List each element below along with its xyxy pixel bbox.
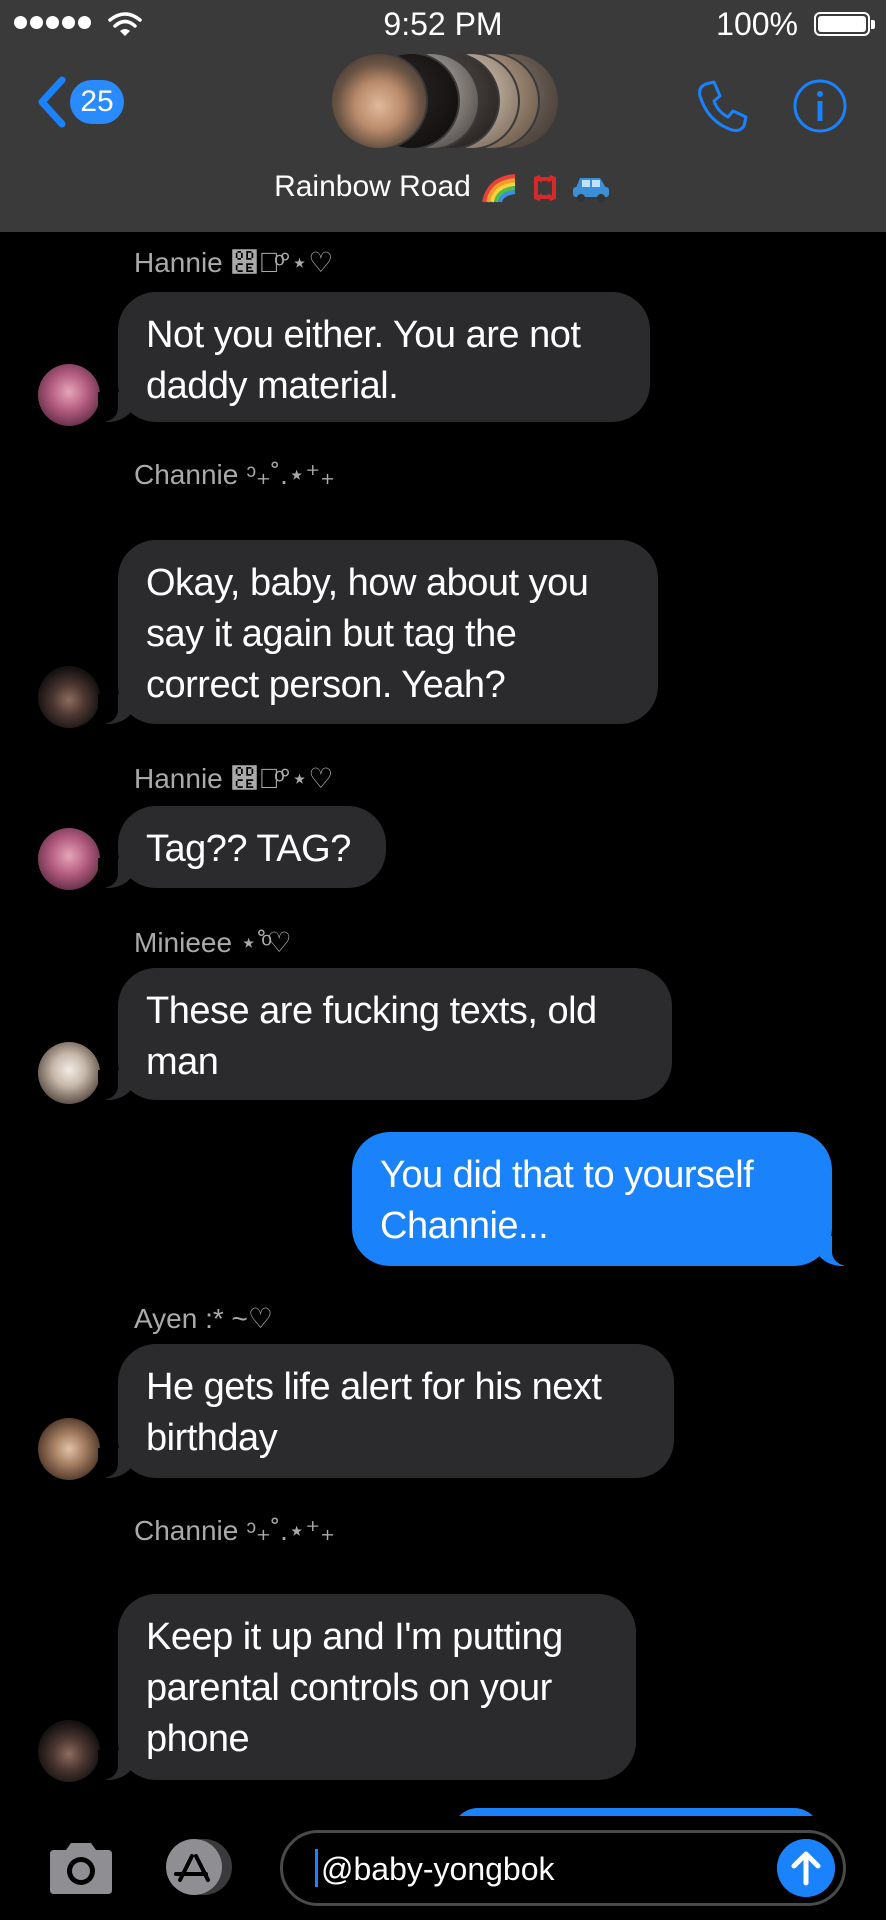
camera-icon[interactable] xyxy=(46,1838,116,1898)
rainbow-emoji xyxy=(482,174,516,203)
sender-name: Channie ᵓ₊˚.⋆⁺₊ xyxy=(134,459,335,490)
info-icon[interactable] xyxy=(792,78,848,134)
battery-percent: 100% xyxy=(716,6,798,42)
message-bubble[interactable]: Keep it up and I'm putting parental cont… xyxy=(98,1594,636,1780)
group-title[interactable]: Rainbow Road xyxy=(0,170,886,204)
conversation-header: 9:52 PM 100% 25 Rainbow Road xyxy=(0,0,886,232)
message-input-text: @baby-yongbok xyxy=(321,1851,555,1887)
message-bubble-outgoing[interactable]: You did that to yourself Channie... xyxy=(352,1132,852,1266)
avatar[interactable] xyxy=(38,1042,100,1104)
status-bar: 9:52 PM 100% xyxy=(0,0,886,50)
back-button[interactable]: 25 xyxy=(34,74,124,130)
anger-symbol-emoji xyxy=(533,175,556,202)
group-avatar-stack[interactable] xyxy=(330,52,560,152)
unread-count-badge: 25 xyxy=(70,80,124,124)
message-bubble[interactable]: Okay, baby, how about you say it again b… xyxy=(98,540,658,724)
text-cursor xyxy=(315,1849,318,1887)
sender-name: Channie ᵓ₊˚.⋆⁺₊ xyxy=(134,1515,335,1546)
message-bubble[interactable]: Tag?? TAG? xyxy=(98,806,386,888)
avatar[interactable] xyxy=(38,666,100,728)
send-arrow-icon[interactable] xyxy=(777,1839,835,1897)
sender-name: Hannie ෎⋆ͦ°⋆♡ xyxy=(134,763,334,794)
app-store-icon[interactable] xyxy=(160,1836,242,1898)
sender-name: Minieee ⋆˚ͦ♡ xyxy=(134,927,292,958)
message-bubble[interactable]: These are fucking texts, old man xyxy=(98,968,672,1100)
group-name: Rainbow Road xyxy=(274,170,471,203)
sender-name: Hannie ෎⋆ͦ°⋆♡ xyxy=(134,247,334,278)
message-bubble[interactable]: He gets life alert for his next birthday xyxy=(98,1344,674,1478)
message-input[interactable]: @baby-yongbok xyxy=(280,1830,846,1906)
messages-screen: 9:52 PM 100% 25 Rain xyxy=(0,0,886,1920)
car-emoji xyxy=(572,178,609,203)
message-bubble[interactable]: Not you either. You are not daddy materi… xyxy=(98,292,650,422)
battery-icon xyxy=(814,12,875,36)
avatar[interactable] xyxy=(38,828,100,890)
chevron-left-icon xyxy=(38,76,66,128)
compose-bar: @baby-yongbok xyxy=(0,1816,886,1920)
avatar[interactable] xyxy=(38,364,100,426)
avatar[interactable] xyxy=(38,1418,100,1480)
group-avatar xyxy=(330,52,428,150)
phone-icon[interactable] xyxy=(692,76,752,136)
avatar[interactable] xyxy=(38,1720,100,1782)
sender-name: Ayen :* ~♡ xyxy=(134,1303,274,1334)
